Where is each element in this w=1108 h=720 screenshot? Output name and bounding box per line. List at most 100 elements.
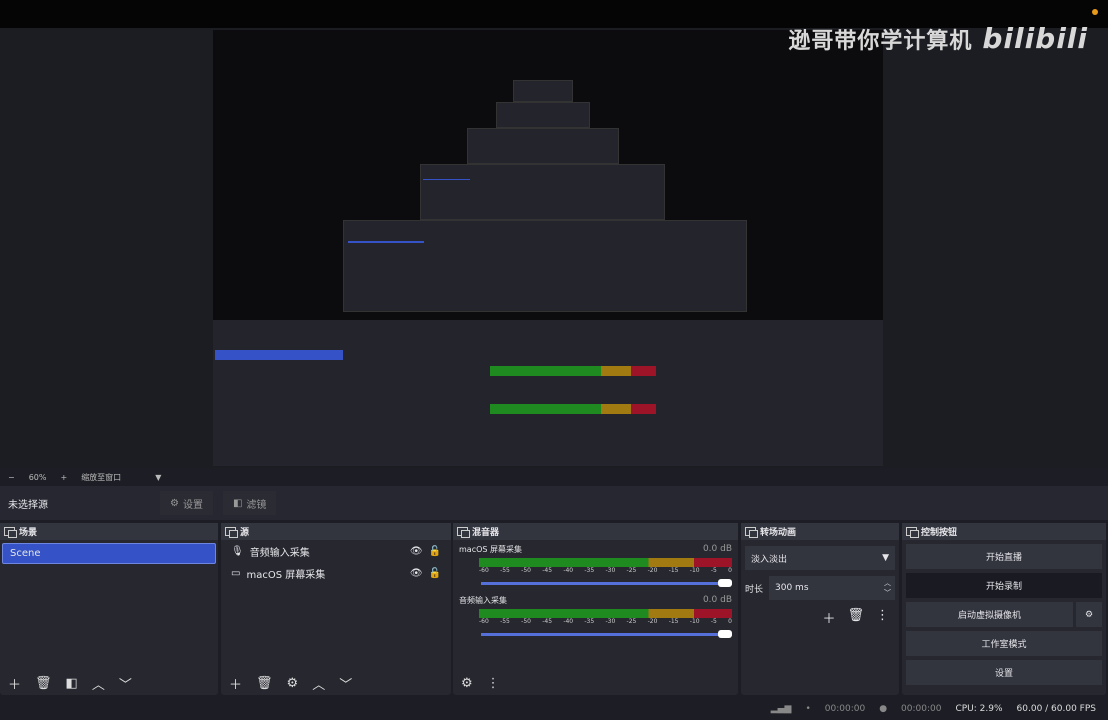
meter-tick: -15 — [668, 618, 679, 625]
mixer-channel: 音频输入采集 0.0 dB -60 -55 -50 -45 -40 -35 -30 -25 -20… — [453, 585, 738, 638]
menu-dots-icon[interactable]: ⋮ — [487, 676, 500, 691]
add-icon[interactable]: ＋ — [822, 608, 835, 627]
meter-tick: -30 — [605, 567, 616, 574]
meter-tick: -10 — [689, 567, 700, 574]
settings-label: 设置 — [182, 499, 203, 511]
gear-icon: ⚙ — [170, 497, 179, 509]
watermark: 逊哥带你学计算机 bilibili — [788, 22, 1088, 55]
source-item[interactable]: ▭ macOS 屏幕采集 👁 🔓 — [221, 562, 451, 584]
recursive-preview — [213, 30, 883, 466]
stream-time: 00:00:00 — [824, 703, 866, 714]
slider-handle[interactable] — [718, 579, 732, 587]
volume-slider[interactable] — [481, 630, 732, 638]
channel-name: 音频输入采集 — [459, 596, 507, 605]
cpu-usage: CPU: 2.9% — [955, 703, 1003, 714]
meter-tick: -45 — [542, 618, 553, 625]
meter-tick: -50 — [521, 618, 531, 625]
controls-dock: 控制按钮 开始直播 开始录制 启动虚拟摄像机 ⚙ 工作室模式 设置 — [902, 523, 1106, 695]
fps: 60.00 / 60.00 FPS — [1016, 703, 1096, 714]
filters-label: 滤镜 — [246, 499, 267, 511]
filter-icon: ◧ — [232, 497, 243, 509]
move-up-icon[interactable]: ︿ — [312, 674, 325, 693]
stream-icon: • — [805, 703, 811, 714]
dock-title: 混音器 — [472, 528, 500, 538]
duration-input[interactable]: 300 ms ︿ ﹀ — [769, 576, 895, 600]
advanced-audio-icon[interactable]: ⚙ — [461, 676, 473, 691]
mixer-dock: 混音器 macOS 屏幕采集 0.0 dB -60 -55 -50 -45 -40 -35-… — [453, 523, 738, 695]
settings-button[interactable]: 设置 — [906, 660, 1102, 685]
volume-meter — [479, 558, 732, 567]
bilibili-logo: bilibili — [982, 22, 1088, 55]
zoom-in-button[interactable]: + — [60, 473, 67, 482]
move-down-icon[interactable]: ﹀ — [119, 674, 132, 693]
gear-icon[interactable]: ⚙ — [1076, 602, 1102, 627]
virtual-camera-button[interactable]: 启动虚拟摄像机 — [906, 602, 1073, 627]
source-name: macOS 屏幕采集 — [246, 569, 326, 581]
start-stream-button[interactable]: 开始直播 — [906, 544, 1102, 569]
source-filters-button[interactable]: ◧ 滤镜 — [222, 491, 277, 515]
meter-tick: -45 — [542, 567, 553, 574]
lock-icon[interactable]: 🔓 — [429, 546, 441, 557]
status-bar: ▂▄▆ • 00:00:00 ● 00:00:00 CPU: 2.9% 60.0… — [0, 697, 1108, 720]
dock-title: 控制按钮 — [921, 528, 958, 538]
sources-dock: 源 🎙 音频输入采集 👁 🔓 ▭ macOS 屏幕采集 👁 🔓 ＋ 🗑 ⚙ ︿ ﹀ — [221, 523, 451, 695]
meter-tick: -55 — [500, 618, 510, 625]
meter-tick: -35 — [584, 618, 595, 625]
dock-icon — [225, 527, 238, 538]
move-up-icon[interactable]: ︿ — [92, 674, 105, 693]
watermark-text: 逊哥带你学计算机 — [788, 29, 973, 54]
meter-tick: -5 — [710, 618, 717, 625]
preview-canvas[interactable] — [213, 30, 883, 466]
scenes-dock: 场景 Scene ＋ 🗑 ◧ ︿ ﹀ — [0, 523, 218, 695]
duration-value: 300 ms — [775, 583, 809, 593]
transition-select[interactable]: 淡入淡出 ▼ — [745, 546, 895, 570]
signal-icon: ▂▄▆ — [770, 703, 792, 714]
studio-mode-button[interactable]: 工作室模式 — [906, 631, 1102, 656]
zoom-out-button[interactable]: − — [8, 473, 15, 482]
meter-tick: 0 — [728, 567, 732, 574]
meter-tick: -10 — [689, 618, 700, 625]
trash-icon[interactable]: 🗑 — [256, 676, 273, 691]
record-icon: ● — [879, 703, 888, 714]
source-settings-button[interactable]: ⚙ 设置 — [160, 491, 213, 515]
meter-tick: -25 — [626, 567, 637, 574]
move-down-icon[interactable]: ﹀ — [339, 674, 352, 693]
chevron-down-icon[interactable]: ▼ — [155, 473, 161, 482]
eye-icon[interactable]: 👁 — [410, 568, 423, 579]
menu-dots-icon[interactable]: ⋮ — [876, 608, 889, 627]
transitions-dock: 转场动画 淡入淡出 ▼ 时长 300 ms ︿ ﹀ ＋ 🗑 ⋮ — [741, 523, 899, 695]
gear-icon[interactable]: ⚙ — [287, 676, 299, 691]
duration-label: 时长 — [745, 584, 764, 595]
source-item[interactable]: 🎙 音频输入采集 👁 🔓 — [221, 540, 451, 562]
meter-tick: -30 — [605, 618, 616, 625]
add-icon[interactable]: ＋ — [229, 674, 242, 693]
zoom-mode-select[interactable]: 缩放至窗口 — [81, 472, 121, 483]
dock-icon — [457, 527, 470, 538]
scene-item[interactable]: Scene — [2, 543, 216, 564]
recording-indicator — [1092, 9, 1098, 15]
volume-slider[interactable] — [481, 579, 732, 587]
start-record-button[interactable]: 开始录制 — [906, 573, 1102, 598]
filter-icon[interactable]: ◧ — [66, 676, 78, 691]
lock-icon[interactable]: 🔓 — [429, 568, 441, 579]
source-name: 音频输入采集 — [249, 547, 310, 559]
meter-tick: -40 — [563, 618, 574, 625]
zoom-value: 60% — [28, 472, 47, 482]
source-toolbar: 未选择源 ⚙ 设置 ◧ 滤镜 — [0, 486, 1108, 520]
meter-tick: -60 — [479, 567, 489, 574]
selected-source-label: 未选择源 — [8, 499, 48, 511]
eye-icon[interactable]: 👁 — [410, 546, 423, 557]
dock-title: 源 — [240, 528, 250, 538]
trash-icon[interactable]: 🗑 — [35, 676, 52, 691]
add-icon[interactable]: ＋ — [8, 674, 21, 693]
monitor-icon: ▭ — [231, 567, 241, 579]
dock-icon — [4, 527, 17, 538]
meter-tick: -15 — [668, 567, 679, 574]
slider-handle[interactable] — [718, 630, 732, 638]
meter-tick: -50 — [521, 567, 531, 574]
stepper-icon[interactable]: ︿ ﹀ — [884, 578, 895, 598]
meter-tick: -35 — [584, 567, 595, 574]
trash-icon[interactable]: 🗑 — [847, 608, 864, 627]
channel-name: macOS 屏幕采集 — [459, 545, 523, 554]
dock-icon — [745, 527, 758, 538]
